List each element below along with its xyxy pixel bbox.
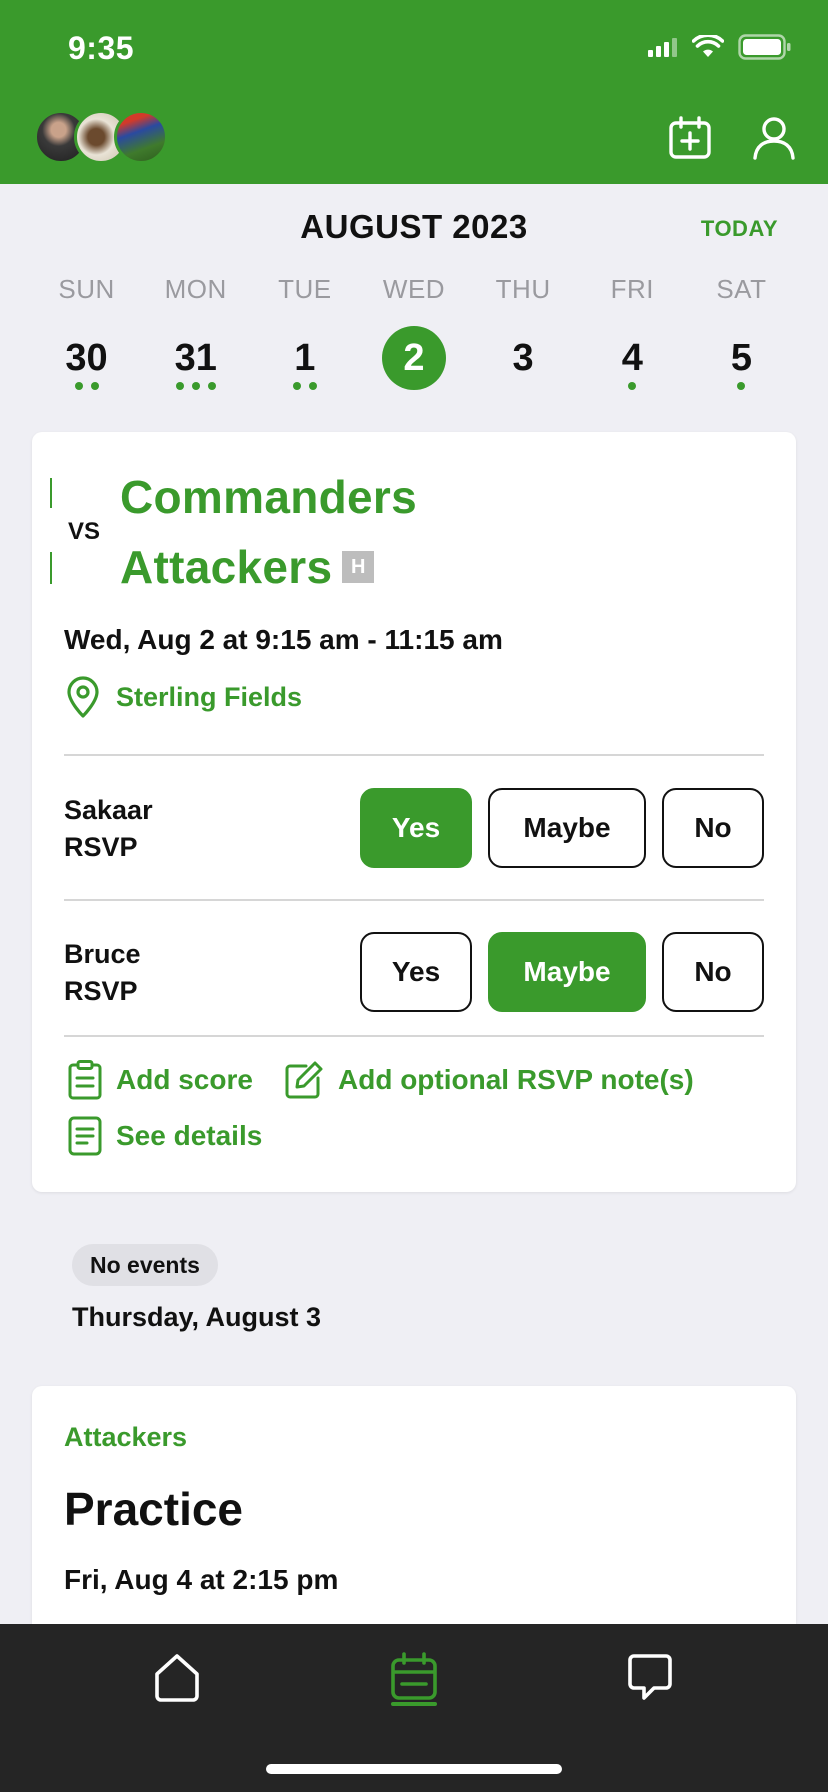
vs-label: VS — [68, 518, 101, 545]
event-dot — [74, 382, 83, 390]
document-icon — [68, 1116, 102, 1156]
event-dot — [737, 382, 746, 390]
divider — [64, 754, 764, 756]
event-dots — [250, 382, 359, 390]
event-location[interactable]: Sterling Fields — [64, 676, 302, 718]
event-dot — [308, 382, 317, 390]
game-event-card[interactable]: VS Commanders Attackers H Wed, Aug 2 at … — [32, 432, 796, 1192]
weekday-label: THU — [495, 274, 551, 304]
event-dots — [687, 382, 796, 390]
event-datetime: Fri, Aug 4 at 2:15 pm — [64, 1564, 339, 1595]
add-rsvp-note-button[interactable]: Add optional RSVP note(s) — [284, 1060, 694, 1100]
event-dots — [141, 382, 250, 390]
date-cell[interactable]: 3 — [491, 326, 555, 390]
cellular-signal-icon — [648, 38, 677, 57]
event-dot — [175, 382, 184, 390]
date-cell[interactable]: 4 — [600, 326, 664, 390]
status-icons — [648, 34, 792, 60]
team-name: Attackers — [120, 541, 333, 593]
avatar[interactable] — [114, 110, 168, 164]
rsvp-yes-button[interactable]: Yes — [360, 932, 472, 1012]
see-details-label: See details — [116, 1120, 263, 1151]
weekday-label: SUN — [58, 274, 115, 304]
rsvp-yes-button[interactable]: Yes — [360, 788, 472, 868]
rsvp-text: RSVP — [64, 976, 138, 1006]
calendar-icon[interactable] — [384, 1648, 444, 1708]
event-dots — [32, 382, 141, 390]
event-dot — [191, 382, 200, 390]
team-name-row: Attackers H — [120, 540, 375, 594]
vs-divider — [50, 552, 52, 584]
location-name: Sterling Fields — [116, 681, 303, 712]
rsvp-no-button[interactable]: No — [662, 788, 764, 868]
date-row: 30 31 1 2 3 4 5 — [32, 326, 796, 390]
rsvp-person-name: Bruce — [64, 939, 141, 969]
home-badge: H — [342, 551, 375, 583]
rsvp-maybe-button[interactable]: Maybe — [488, 788, 646, 868]
profile-icon[interactable] — [750, 114, 798, 162]
add-event-icon[interactable] — [666, 114, 714, 162]
weekday-label: MON — [164, 274, 227, 304]
battery-icon — [738, 34, 791, 60]
rsvp-person-name: Sakaar — [64, 795, 153, 825]
location-pin-icon — [67, 676, 99, 718]
event-dot — [90, 382, 99, 390]
weekday-label: TUE — [278, 274, 332, 304]
event-dot — [207, 382, 216, 390]
vs-divider — [50, 478, 52, 508]
date-cell[interactable]: 30 — [55, 326, 119, 390]
event-dot — [292, 382, 301, 390]
rsvp-label: Sakaar RSVP — [64, 792, 153, 866]
top-bar: 9:35 — [0, 0, 828, 184]
add-score-button[interactable]: Add score — [68, 1060, 253, 1100]
rsvp-row: Sakaar RSVP Yes Maybe No — [64, 788, 764, 870]
weekday-label: WED — [382, 274, 446, 304]
divider — [64, 1035, 764, 1037]
add-score-label: Add score — [116, 1064, 253, 1095]
rsvp-row: Bruce RSVP Yes Maybe No — [64, 932, 764, 1014]
weekday-row: SUN MON TUE WED THU FRI SAT — [32, 274, 796, 305]
date-cell[interactable]: 1 — [273, 326, 337, 390]
rsvp-options: Yes Maybe No — [360, 788, 764, 868]
rsvp-text: RSVP — [64, 832, 138, 862]
team-name: Attackers — [64, 1422, 188, 1452]
rsvp-options: Yes Maybe No — [360, 932, 764, 1012]
event-dot — [628, 382, 637, 390]
chat-icon[interactable] — [620, 1648, 680, 1708]
weekday-label: SAT — [716, 274, 767, 304]
date-cell[interactable]: 31 — [164, 326, 228, 390]
active-tab-indicator — [391, 1702, 437, 1706]
add-rsvp-note-label: Add optional RSVP note(s) — [338, 1064, 694, 1095]
team-avatars[interactable] — [34, 110, 174, 166]
event-dots-row — [32, 382, 796, 390]
date-cell[interactable]: 5 — [709, 326, 773, 390]
divider — [64, 899, 764, 901]
day-heading: Thursday, August 3 — [72, 1302, 322, 1332]
see-details-button[interactable]: See details — [68, 1116, 262, 1156]
event-dots — [359, 382, 468, 390]
no-events-badge: No events — [72, 1244, 218, 1286]
event-datetime: Wed, Aug 2 at 9:15 am - 11:15 am — [64, 624, 503, 655]
home-indicator — [266, 1764, 562, 1774]
rsvp-no-button[interactable]: No — [662, 932, 764, 1012]
event-dots — [469, 382, 578, 390]
event-dots — [578, 382, 687, 390]
event-title: Practice — [64, 1483, 244, 1535]
opponent-name: Commanders — [120, 471, 417, 523]
clipboard-icon — [68, 1060, 102, 1100]
rsvp-maybe-button[interactable]: Maybe — [488, 932, 646, 1012]
status-time: 9:35 — [68, 30, 135, 66]
today-button[interactable]: TODAY — [701, 216, 778, 242]
weekday-label: FRI — [610, 274, 654, 304]
edit-icon — [285, 1061, 323, 1099]
wifi-icon — [692, 35, 724, 57]
date-cell[interactable]: 2 — [381, 326, 446, 390]
home-icon[interactable] — [147, 1648, 207, 1708]
rsvp-label: Bruce RSVP — [64, 936, 141, 1010]
